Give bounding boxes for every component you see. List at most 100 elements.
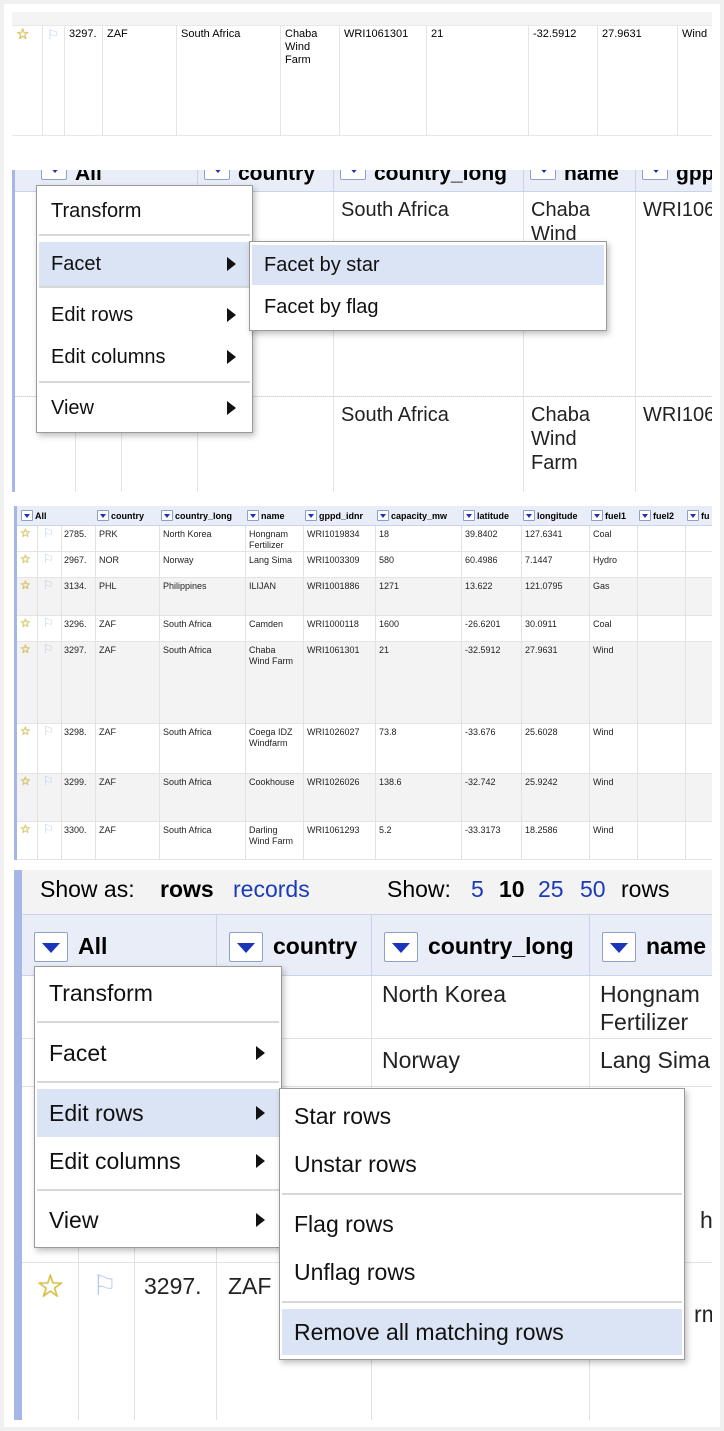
cell-country-long: Norway [163, 555, 194, 565]
page-size-5[interactable]: 5 [471, 872, 484, 906]
menu-item-view[interactable]: View [37, 1197, 279, 1243]
show-as-records-link[interactable]: records [233, 872, 310, 906]
dropdown-arrow-icon[interactable] [602, 932, 636, 962]
dropdown-arrow-icon[interactable] [523, 510, 535, 521]
table-row: ☆ ⚐ 3297. ZAF South Africa Chaba Wind Fa… [12, 26, 712, 136]
column-header-fuel1[interactable]: fuel1 [589, 509, 637, 525]
column-header-capacity[interactable]: capacity_mw [375, 509, 461, 525]
divider [637, 526, 638, 860]
flag-icon[interactable]: ⚐ [92, 1270, 117, 1302]
column-header-fuel2[interactable]: fuel2 [637, 509, 685, 525]
column-header-country-long[interactable]: country_long [159, 509, 245, 525]
menu-item-view[interactable]: View [39, 389, 250, 427]
column-header-longitude[interactable]: longitude [521, 509, 589, 525]
menu-item-star-rows[interactable]: Star rows [282, 1095, 682, 1137]
dropdown-arrow-icon[interactable] [591, 510, 603, 521]
star-icon[interactable]: ☆ [20, 775, 31, 787]
all-column-menu: Transform Facet Edit rows Edit columns V… [34, 966, 282, 1248]
table-row: ☆ ⚐ 3296. ZAF South Africa Camden WRI1000118 16… [17, 616, 712, 642]
flag-icon[interactable]: ⚐ [43, 775, 54, 787]
divider [303, 526, 304, 860]
column-header-name[interactable]: name [245, 509, 303, 525]
dropdown-arrow-icon[interactable] [377, 510, 389, 521]
dropdown-arrow-icon[interactable] [41, 170, 67, 180]
dropdown-arrow-icon[interactable] [687, 510, 699, 521]
menu-item-remove-all-matching-rows[interactable]: Remove all matching rows [282, 1309, 682, 1355]
menu-item-facet[interactable]: Facet [37, 1031, 279, 1075]
menu-item-transform[interactable]: Transform [37, 971, 279, 1015]
dropdown-arrow-icon[interactable] [34, 932, 68, 962]
star-icon[interactable]: ☆ [20, 553, 31, 565]
star-icon[interactable]: ☆ [20, 643, 31, 655]
column-header-country-long[interactable]: country_long [333, 170, 523, 192]
dropdown-arrow-icon[interactable] [161, 510, 173, 521]
star-icon[interactable]: ☆ [20, 579, 31, 591]
star-icon[interactable]: ☆ [20, 725, 31, 737]
column-header-fuel3[interactable]: fu [685, 509, 712, 525]
dropdown-arrow-icon[interactable] [247, 510, 259, 521]
cell-capacity: 1271 [379, 581, 400, 591]
dropdown-arrow-icon[interactable] [384, 932, 418, 962]
star-icon[interactable]: ☆ [20, 823, 31, 835]
row-number: 3297. [64, 26, 102, 136]
menu-item-edit-rows[interactable]: Edit rows [37, 1089, 279, 1137]
table-row: ☆ ⚐ 3299. ZAF South Africa Cookhouse WRI102602… [17, 774, 712, 822]
cell-name: Cookhouse [249, 777, 295, 787]
flag-icon[interactable]: ⚐ [43, 643, 54, 655]
flag-icon[interactable]: ⚐ [42, 26, 64, 136]
flag-icon[interactable]: ⚐ [43, 823, 54, 835]
dropdown-arrow-icon[interactable] [204, 170, 230, 180]
flag-icon[interactable]: ⚐ [43, 579, 54, 591]
page-size-50[interactable]: 50 [580, 872, 606, 906]
cell-latitude: -32.742 [465, 777, 496, 787]
column-header-gppd-idnr[interactable]: gppd_idnr [303, 509, 375, 525]
menu-item-transform[interactable]: Transform [39, 194, 250, 228]
column-header-gppd[interactable]: gppd [635, 170, 712, 192]
column-header-country[interactable]: country [95, 509, 159, 525]
page-size-25[interactable]: 25 [538, 872, 564, 906]
menu-item-edit-columns[interactable]: Edit columns [39, 338, 250, 376]
star-icon[interactable]: ☆ [36, 1270, 65, 1302]
column-header-name[interactable]: name [589, 915, 712, 977]
dropdown-arrow-icon[interactable] [229, 932, 263, 962]
menu-item-edit-columns[interactable]: Edit columns [37, 1139, 279, 1183]
menu-item-unstar-rows[interactable]: Unstar rows [282, 1143, 682, 1185]
dropdown-arrow-icon[interactable] [463, 510, 475, 521]
table-row: ☆ ⚐ 2785. PRK North Korea Hongnam Fertilizer W… [17, 526, 712, 552]
dropdown-arrow-icon[interactable] [305, 510, 317, 521]
divider [245, 526, 246, 860]
flag-icon[interactable]: ⚐ [43, 725, 54, 737]
cell-country-long: South Africa [163, 777, 212, 787]
flag-icon[interactable]: ⚐ [43, 527, 54, 539]
menu-item-facet-by-star[interactable]: Facet by star [252, 245, 604, 285]
menu-item-flag-rows[interactable]: Flag rows [282, 1203, 682, 1245]
dropdown-arrow-icon[interactable] [97, 510, 109, 521]
star-icon[interactable]: ☆ [12, 26, 42, 136]
column-header-latitude[interactable]: latitude [461, 509, 521, 525]
menu-item-facet-by-flag[interactable]: Facet by flag [252, 287, 604, 327]
divider [523, 192, 524, 492]
menu-separator [282, 1301, 682, 1303]
edit-rows-submenu: Star rows Unstar rows Flag rows Unflag r… [279, 1088, 685, 1360]
dropdown-arrow-icon[interactable] [530, 170, 556, 180]
column-header-all[interactable]: All [19, 509, 95, 525]
flag-icon[interactable]: ⚐ [43, 617, 54, 629]
cell-latitude: -26.6201 [465, 619, 501, 629]
dropdown-arrow-icon[interactable] [639, 510, 651, 521]
flag-icon[interactable]: ⚐ [43, 553, 54, 565]
star-icon[interactable]: ☆ [20, 527, 31, 539]
dropdown-arrow-icon[interactable] [21, 510, 33, 521]
cell-name-partial: rm [694, 1301, 712, 1327]
menu-item-unflag-rows[interactable]: Unflag rows [282, 1251, 682, 1293]
cell-country-long: South Africa [341, 404, 449, 426]
menu-item-edit-rows[interactable]: Edit rows [39, 296, 250, 334]
cell-gppd-idnr: WRI106 [643, 199, 712, 221]
dropdown-arrow-icon[interactable] [642, 170, 668, 180]
star-icon[interactable]: ☆ [20, 617, 31, 629]
menu-item-facet[interactable]: Facet [39, 242, 250, 286]
column-header-country-long[interactable]: country_long [371, 915, 589, 977]
column-header-name[interactable]: name [523, 170, 635, 192]
dropdown-arrow-icon[interactable] [340, 170, 366, 180]
cell-name: Camden [249, 619, 284, 629]
divider [95, 526, 96, 860]
